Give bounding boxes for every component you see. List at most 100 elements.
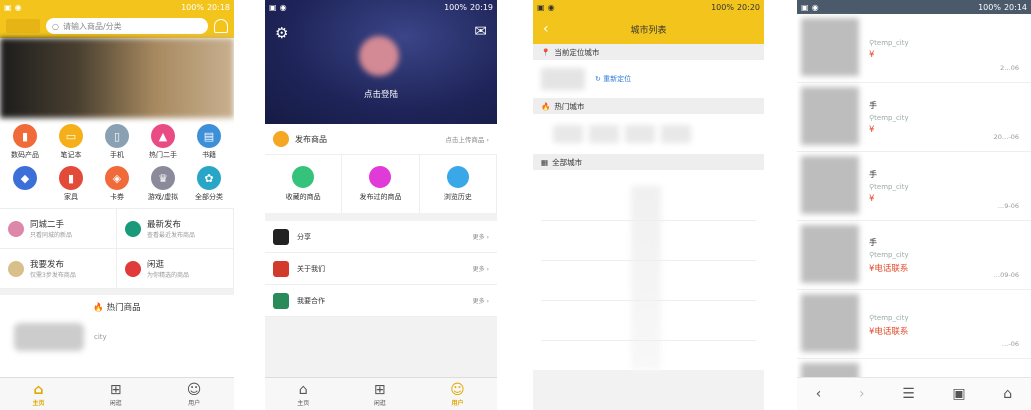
forward-icon[interactable]: ›	[859, 386, 865, 402]
crown-icon: ♛	[151, 166, 175, 190]
menu-item[interactable]: 分享 更多 ›	[265, 221, 497, 253]
search-input[interactable]: ○ 请输入商品/分类	[46, 18, 208, 34]
product-thumb	[801, 87, 859, 145]
hot-city-chip[interactable]	[625, 125, 655, 143]
tab-label: 闲逛	[109, 399, 122, 407]
list-item[interactable]: 手 ⚲temp_city ¥ 20…-06	[797, 83, 1031, 152]
fire-icon: 🔥	[541, 101, 551, 111]
menu-icon	[273, 260, 289, 277]
hot-city-chip[interactable]	[553, 125, 583, 143]
more-link[interactable]: 更多 ›	[473, 232, 489, 241]
category-item[interactable]: ◈ 卡券	[94, 166, 140, 202]
product-name: 手	[869, 169, 877, 179]
home-screen: ▣ ◉ 100% 20:18 ○ 请输入商品/分类 ▮ 数码产品 ▭ 笔记本 ▯ 手机 ▲…	[0, 0, 234, 410]
hot-city-chip[interactable]	[589, 125, 619, 143]
tab-user[interactable]: ☺ 用户	[187, 382, 202, 407]
product-date: 20…-06	[993, 133, 1019, 141]
notify-icon: ◉	[14, 2, 22, 12]
current-city-row: ↻ 重新定位	[533, 60, 764, 98]
sim-icon: ▣	[269, 2, 277, 12]
publish-label: 发布商品	[295, 134, 327, 144]
app-logo	[6, 19, 40, 33]
bell-icon[interactable]	[214, 19, 228, 33]
list-item[interactable]: city	[0, 319, 234, 355]
category-item[interactable]: ◆	[2, 166, 48, 202]
home-header: ▣ ◉ 100% 20:18 ○ 请输入商品/分类	[0, 0, 234, 38]
basket-icon: ⊞	[109, 381, 122, 398]
category-label: 全部分类	[195, 193, 223, 201]
city-header: ▣ ◉ 100% 20:20 ‹ 城市列表	[533, 0, 764, 44]
publish-icon	[273, 131, 289, 147]
shortcut-card[interactable]: 我要发布 仅需3步发布商品	[0, 249, 117, 289]
shortcut-card[interactable]: 同城二手 只看同城的新品	[0, 209, 117, 249]
product-name: 手	[869, 100, 877, 110]
category-item[interactable]: ▮ 数码产品	[2, 124, 48, 160]
login-link[interactable]: 点击登陆	[265, 88, 497, 100]
menu-icon	[273, 292, 289, 309]
menu-item[interactable]: 我要合作 更多 ›	[265, 285, 497, 317]
category-label: 热门二手	[149, 151, 177, 159]
product-date: 2…06	[1000, 64, 1019, 72]
category-item[interactable]: ✿ 全部分类	[186, 166, 232, 202]
profile-shortcut[interactable]: 收藏的商品	[265, 155, 343, 213]
category-item[interactable]: ♛ 游戏/虚拟	[140, 166, 186, 202]
shortcut-label: 发布过的商品	[359, 193, 402, 201]
title-bar: ‹ 城市列表	[533, 14, 764, 44]
flower-icon: ✿	[197, 166, 221, 190]
back-icon[interactable]: ‹	[816, 386, 822, 402]
battery-level: 100%	[181, 2, 204, 12]
category-label: 卡券	[110, 193, 124, 201]
list-item[interactable]: 手 ⚲temp_city ¥ …9-06	[797, 152, 1031, 221]
shortcut-icon	[292, 166, 315, 188]
gear-icon[interactable]: ⚙	[275, 24, 288, 42]
product-date: …09-06	[993, 271, 1019, 279]
shortcut-card[interactable]: 闲逛 为你精选的商品	[117, 249, 234, 289]
tab-label: 用户	[451, 399, 464, 407]
category-label: 数码产品	[11, 151, 39, 159]
mail-icon[interactable]: ✉	[474, 22, 487, 40]
category-item[interactable]: ▲ 热门二手	[140, 124, 186, 160]
product-city: ⚲temp_city	[869, 39, 909, 47]
profile-menu: 分享 更多 › 关于我们 更多 › 我要合作 更多 ›	[265, 221, 497, 317]
hot-city-chip[interactable]	[661, 125, 691, 143]
list-item[interactable]: ⚲temp_city ¥ 2…06	[797, 14, 1031, 83]
banner-carousel[interactable]	[0, 38, 234, 118]
tab-basket[interactable]: ⊞ 闲逛	[110, 382, 122, 407]
menu-icon[interactable]: ☰	[902, 386, 915, 402]
pin-icon: 📍	[541, 47, 551, 57]
profile-shortcut[interactable]: 发布过的商品	[342, 155, 420, 213]
relocate-button[interactable]: ↻ 重新定位	[595, 74, 631, 84]
publish-product-row[interactable]: 发布商品 点击上传商品 ›	[265, 124, 497, 155]
battery-level: 100%	[444, 2, 467, 12]
more-link[interactable]: 更多 ›	[473, 296, 489, 305]
profile-shortcut[interactable]: 浏览历史	[420, 155, 497, 213]
tab-icon[interactable]: ▣	[952, 386, 965, 402]
all-city-header: ▦ 全部城市	[533, 154, 764, 170]
category-label: 家具	[64, 193, 78, 201]
tab-home[interactable]: ⌂ 主页	[33, 382, 45, 407]
category-item[interactable]: ▭ 笔记本	[48, 124, 94, 160]
menu-item[interactable]: 关于我们 更多 ›	[265, 253, 497, 285]
list-item[interactable]: ⚲temp_city ¥电话联系 …-06	[797, 290, 1031, 359]
city-index[interactable]	[631, 186, 661, 370]
hot-city-header: 🔥 热门城市	[533, 98, 764, 114]
grid-icon: ▦	[541, 157, 549, 167]
category-item[interactable]: ▤ 书籍	[186, 124, 232, 160]
back-icon[interactable]: ‹	[543, 21, 549, 37]
shortcut-card[interactable]: 最新发布 查看最近发布商品	[117, 209, 234, 249]
avatar[interactable]	[359, 36, 399, 76]
home-icon[interactable]: ⌂	[1003, 386, 1012, 402]
tab-home[interactable]: ⌂ 主页	[297, 382, 309, 407]
product-date: …-06	[1001, 340, 1019, 348]
tab-user[interactable]: ☺ 用户	[450, 382, 465, 407]
status-bar: ▣ ◉ 100% 20:18	[0, 0, 234, 14]
category-item[interactable]: ▯ 手机	[94, 124, 140, 160]
current-city-name[interactable]	[541, 68, 585, 90]
shortcut-title: 最新发布	[147, 220, 182, 230]
list-item[interactable]: 手 ⚲temp_city ¥电话联系 …09-06	[797, 221, 1031, 290]
tab-label: 闲逛	[373, 399, 386, 407]
tab-label: 主页	[297, 399, 310, 407]
tab-basket[interactable]: ⊞ 闲逛	[374, 382, 386, 407]
more-link[interactable]: 更多 ›	[473, 264, 489, 273]
category-item[interactable]: ▮ 家具	[48, 166, 94, 202]
